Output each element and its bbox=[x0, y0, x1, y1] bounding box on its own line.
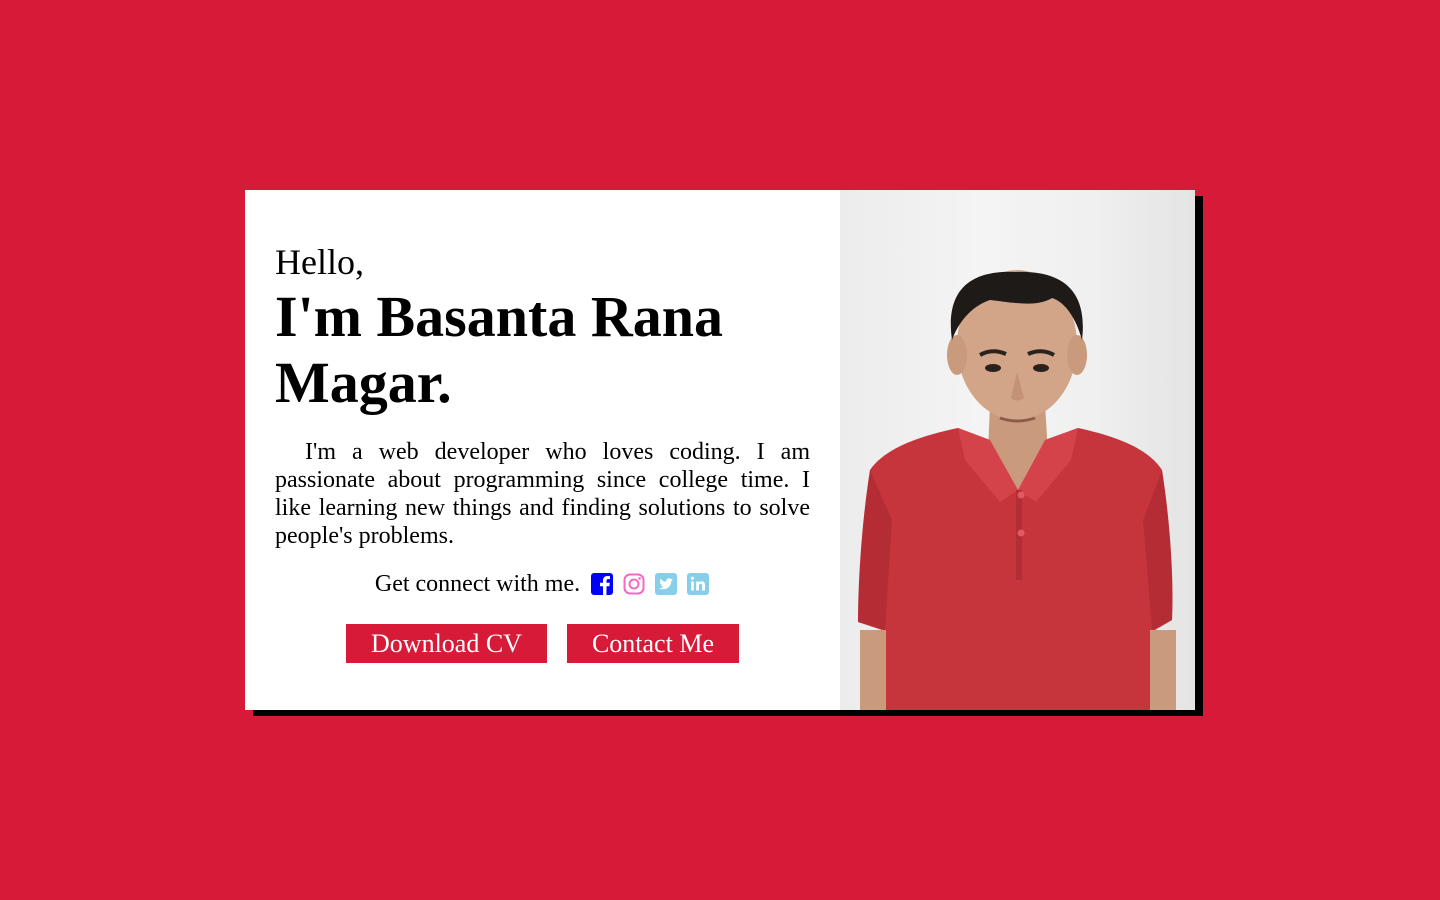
bio-paragraph: I'm a web developer who loves coding. I … bbox=[275, 439, 810, 549]
profile-card: Hello, I'm Basanta Rana Magar. I'm a web… bbox=[245, 190, 1195, 710]
social-connect-row: Get connect with me. bbox=[275, 570, 810, 598]
greeting-text: Hello, bbox=[275, 242, 364, 282]
profile-photo bbox=[840, 190, 1195, 710]
name-heading: I'm Basanta Rana Magar. bbox=[275, 284, 723, 415]
facebook-icon[interactable] bbox=[590, 572, 614, 596]
connect-text: Get connect with me. bbox=[374, 571, 581, 597]
download-cv-button[interactable]: Download CV bbox=[346, 624, 547, 663]
instagram-icon[interactable] bbox=[622, 572, 646, 596]
twitter-icon[interactable] bbox=[654, 572, 678, 596]
contact-me-button[interactable]: Contact Me bbox=[566, 624, 739, 663]
intro-panel: Hello, I'm Basanta Rana Magar. I'm a web… bbox=[245, 190, 840, 710]
action-buttons: Download CV Contact Me bbox=[275, 624, 810, 663]
linkedin-icon[interactable] bbox=[686, 572, 710, 596]
